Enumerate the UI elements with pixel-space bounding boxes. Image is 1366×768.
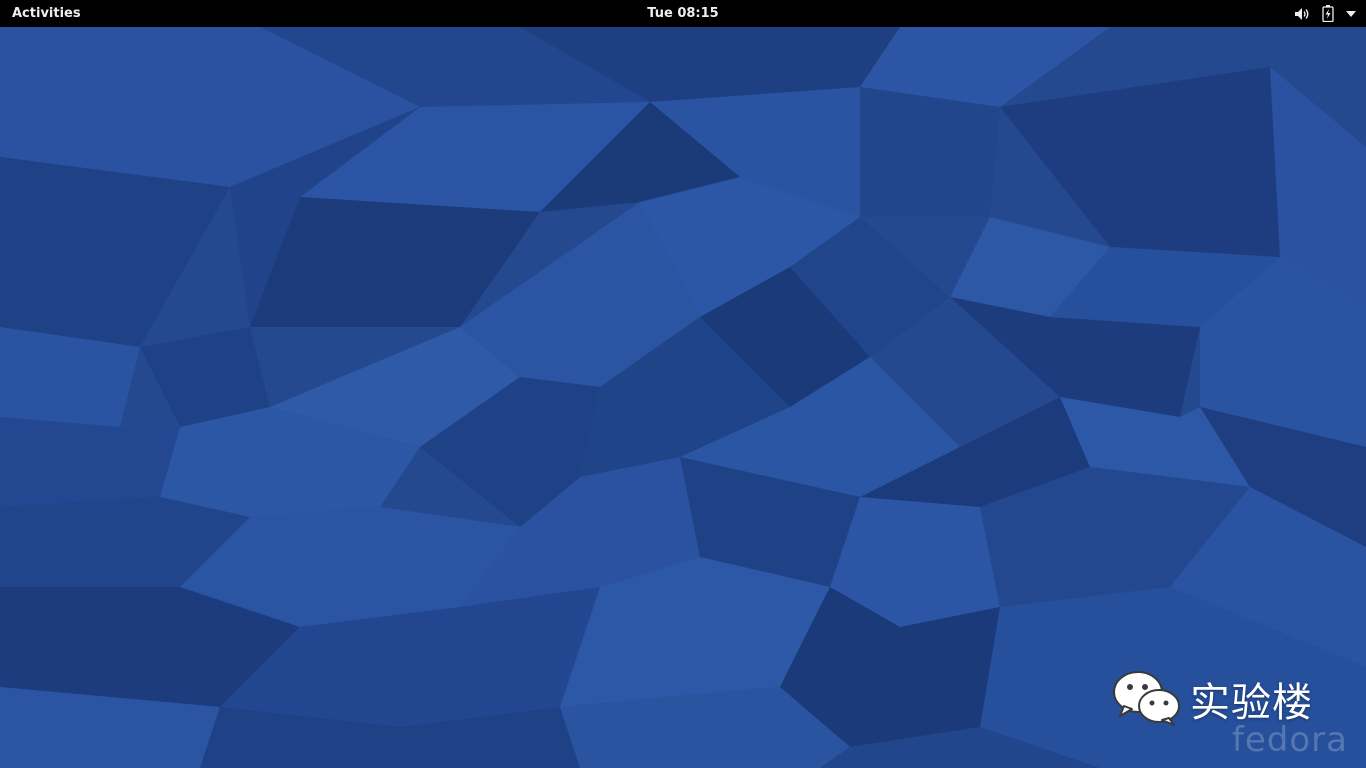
activities-button[interactable]: Activities (12, 0, 81, 27)
top-bar: Activities Tue 08:15 (0, 0, 1366, 27)
clock-button[interactable]: Tue 08:15 (647, 0, 718, 27)
fedora-logo: fedora (1231, 720, 1348, 760)
speaker-icon (1294, 7, 1310, 21)
triangle-down-icon (1346, 10, 1356, 17)
wallpaper-polygons (0, 27, 1366, 768)
battery-charging-icon (1322, 5, 1334, 22)
desktop-wallpaper (0, 27, 1366, 768)
system-menu-button[interactable] (1294, 0, 1356, 27)
desktop-screen: Activities Tue 08:15 实验楼 fedora (0, 0, 1366, 768)
wechat-icon (1112, 668, 1182, 730)
